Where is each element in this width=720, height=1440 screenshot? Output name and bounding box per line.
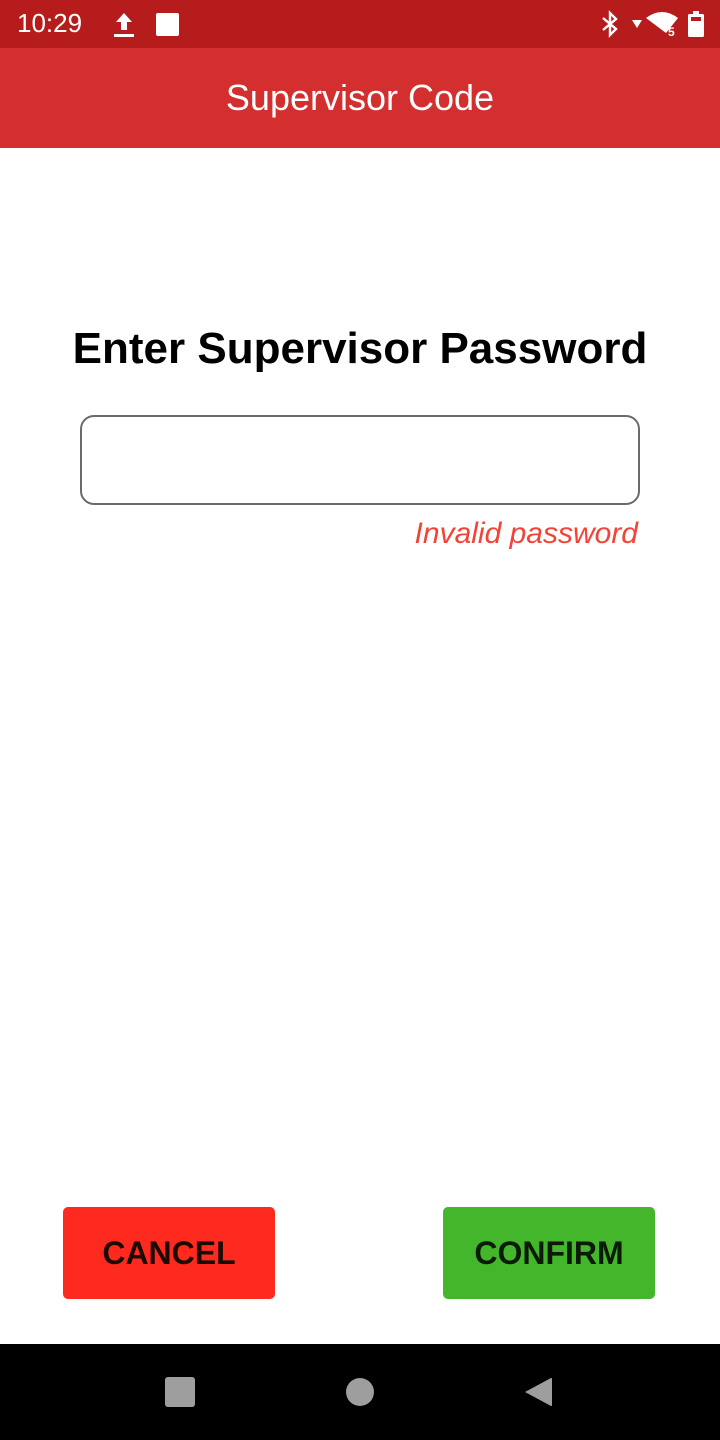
status-bar: 10:29 5 — [0, 0, 720, 48]
confirm-button[interactable]: CONFIRM — [443, 1207, 655, 1299]
wifi-icon: 5 — [646, 12, 678, 37]
cancel-button[interactable]: CANCEL — [63, 1207, 275, 1299]
home-button-icon[interactable] — [346, 1378, 374, 1406]
upload-icon — [114, 13, 134, 37]
status-time: 10:29 — [17, 8, 83, 38]
battery-icon — [688, 11, 704, 37]
app-bar: Supervisor Code — [0, 48, 720, 148]
error-message: Invalid password — [414, 517, 638, 550]
app-bar-title: Supervisor Code — [225, 77, 495, 118]
data-arrow-icon — [632, 20, 642, 28]
back-button-icon[interactable] — [523, 1376, 553, 1408]
navigation-bar — [0, 1344, 720, 1440]
bluetooth-icon — [602, 10, 618, 38]
page-heading: Enter Supervisor Password — [72, 324, 648, 373]
supervisor-password-input[interactable] — [80, 415, 640, 505]
notification-square-icon — [156, 13, 179, 36]
wifi-badge: 5 — [668, 25, 675, 37]
recents-button-icon[interactable] — [165, 1377, 195, 1407]
